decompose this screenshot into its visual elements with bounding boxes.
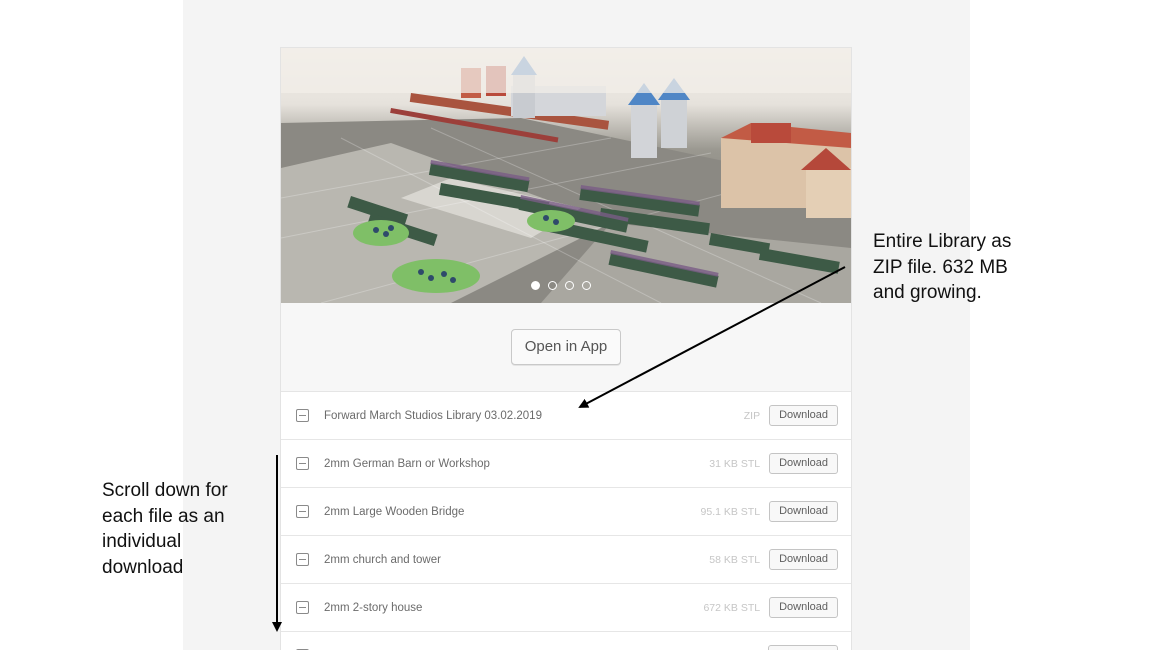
library-arrow bbox=[578, 266, 846, 408]
annotation-arrows bbox=[272, 266, 846, 632]
